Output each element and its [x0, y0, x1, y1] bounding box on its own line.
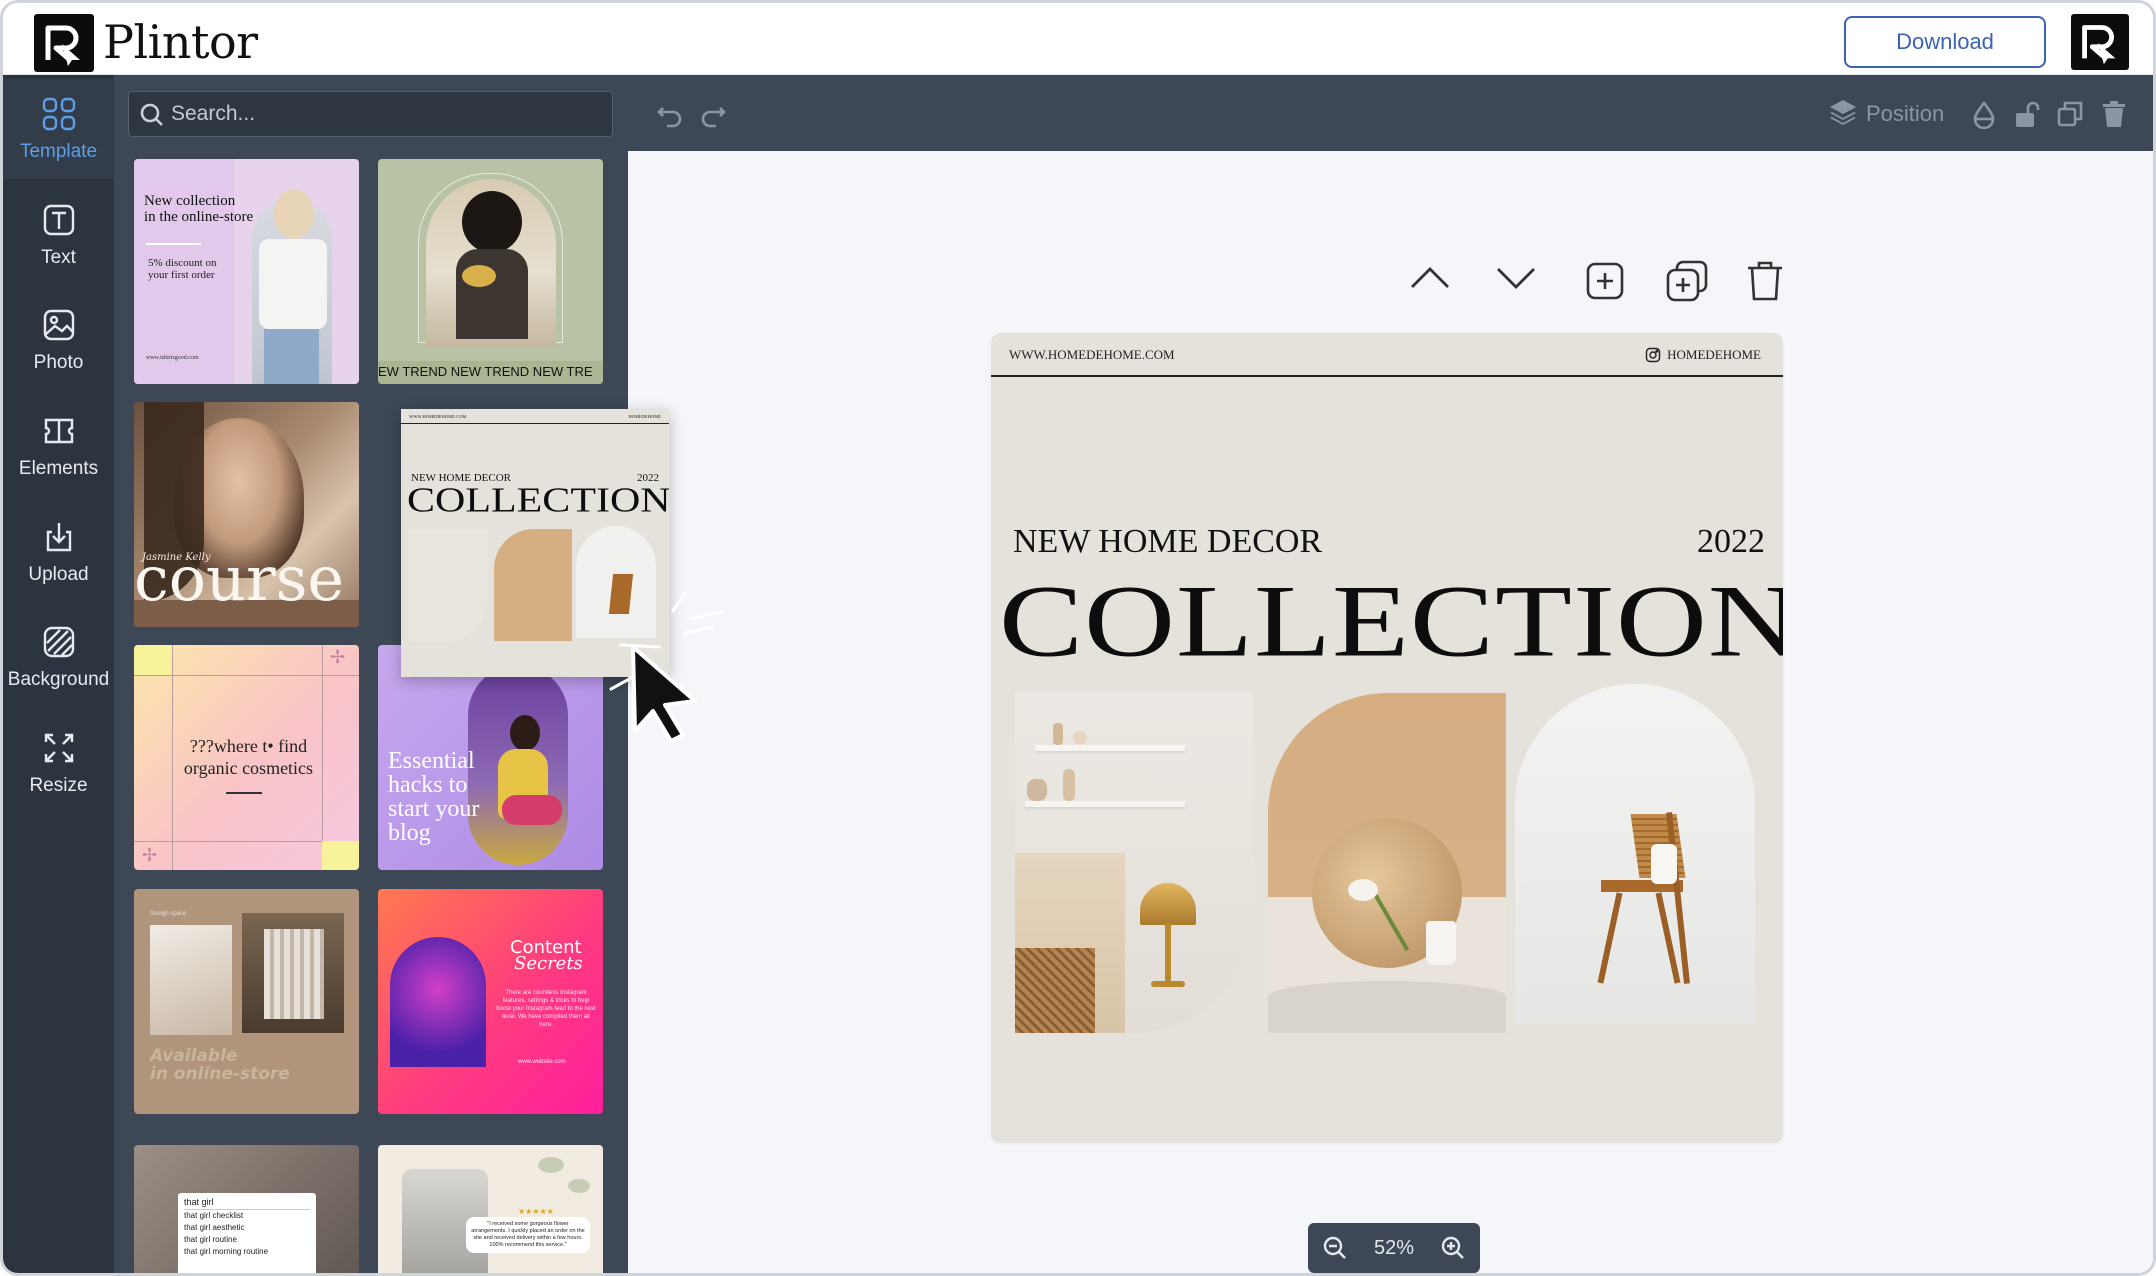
rail-item-label: Text [41, 247, 76, 268]
suggestion: that girl checklist [184, 1211, 244, 1220]
tile-stars: ★★★★★ [518, 1207, 554, 1216]
layers-icon [1830, 100, 1856, 125]
position-button[interactable]: Position [1866, 101, 1944, 127]
zoom-control: 52% [1308, 1223, 1480, 1273]
tile-title-2: Secrets [514, 953, 583, 974]
delete-icon[interactable] [2100, 99, 2128, 129]
cursor-icon [609, 591, 725, 743]
suggestion: that girl routine [184, 1235, 237, 1244]
duplicate-icon[interactable] [2056, 99, 2084, 129]
rail-item-background[interactable]: Background [3, 607, 114, 707]
rail-item-label: Background [7, 669, 110, 690]
undo-icon[interactable] [655, 99, 685, 129]
template-tile-content-secrets[interactable]: Content Secrets There are countless Inst… [378, 889, 603, 1114]
tile-body: There are countless Instagram features, … [496, 990, 596, 1028]
editor-toolbar: Position [628, 75, 2153, 151]
tile-text: ???where t• find organic cosmetics [183, 736, 314, 778]
tile-text: Essential hacks to start your blog [388, 748, 480, 846]
logo-icon[interactable] [34, 14, 94, 72]
background-icon [43, 626, 74, 658]
photo-icon [43, 309, 74, 341]
top-bar: Plintor Download [3, 3, 2153, 75]
design-year[interactable]: 2022 [1697, 523, 1765, 561]
template-tile-that-girl[interactable]: that girl that girl checklist that girl … [134, 1145, 359, 1273]
template-tile-new-trend[interactable]: EW TREND NEW TREND NEW TRE [378, 159, 603, 384]
design-subtitle[interactable]: NEW HOME DECOR [1013, 523, 1322, 561]
left-rail: Template Text Photo Elements Upload Back… [3, 75, 114, 1273]
add-page-icon[interactable] [1585, 261, 1625, 301]
design-instagram[interactable]: HOMEDEHOME [1645, 347, 1761, 363]
canvas-area: WWW.HOMEDEHOME.COM HOMEDEHOME NEW HOME D… [628, 151, 2153, 1273]
profile-logo-icon[interactable] [2071, 14, 2129, 70]
rail-item-label: Photo [33, 352, 84, 373]
tile-ticker: EW TREND NEW TREND NEW TRE [378, 364, 593, 379]
template-grid-icon [42, 97, 75, 131]
design-title[interactable]: COLLECTION [999, 563, 1783, 681]
tile-url: www.tshirtsgood.com [146, 355, 199, 361]
app-name: Plintor [103, 15, 258, 69]
tile-quote: "I received some gorgeous flower arrange… [466, 1217, 590, 1253]
instagram-icon [1645, 347, 1661, 363]
delete-page-icon[interactable] [1745, 259, 1785, 303]
design-photo-shelf[interactable] [1015, 693, 1253, 1033]
template-tile-online-store[interactable]: Design space Available in online-store [134, 889, 359, 1114]
rail-item-label: Template [19, 141, 98, 162]
suggestion: that girl morning routine [184, 1247, 269, 1256]
opacity-drop-icon[interactable] [1970, 99, 1998, 129]
design-photo-mirror[interactable] [1268, 693, 1506, 1033]
app-window: Plintor Download Template Text Photo Ele… [0, 0, 2156, 1276]
template-tile-collection[interactable]: New collection in the online-store 5% di… [134, 159, 359, 384]
rail-item-elements[interactable]: Elements [3, 396, 114, 496]
tile-url: www.website.com [518, 1059, 566, 1065]
rail-item-template[interactable]: Template [3, 79, 114, 179]
unlock-icon[interactable] [2013, 99, 2041, 129]
zoom-out-icon[interactable] [1322, 1235, 1348, 1261]
design-url[interactable]: WWW.HOMEDEHOME.COM [1009, 347, 1175, 363]
tile-query: that girl [184, 1197, 310, 1210]
duplicate-page-icon[interactable] [1665, 259, 1709, 303]
rail-item-text[interactable]: Text [3, 185, 114, 285]
tile-subtitle: 5% discount on your first order [148, 257, 217, 281]
redo-icon[interactable] [698, 99, 728, 129]
search-box [128, 91, 613, 137]
design-canvas[interactable]: WWW.HOMEDEHOME.COM HOMEDEHOME NEW HOME D… [991, 333, 1783, 1143]
upload-icon [46, 523, 71, 552]
download-button[interactable]: Download [1844, 16, 2046, 68]
search-card: that girl that girl checklist that girl … [178, 1193, 316, 1273]
rail-item-label: Resize [29, 775, 88, 796]
rail-item-label: Elements [18, 458, 99, 479]
resize-icon [44, 733, 73, 763]
tile-text: Available in online-store [150, 1046, 290, 1084]
move-down-icon[interactable] [1494, 263, 1538, 293]
search-input[interactable] [171, 92, 591, 136]
design-instagram-handle: HOMEDEHOME [1667, 347, 1761, 362]
search-icon [140, 103, 163, 126]
divider [991, 375, 1783, 377]
template-tile-course[interactable]: Jasmine Kelly course [134, 402, 359, 627]
preview-url: WWW.HOMEDEHOME.COM [409, 414, 467, 419]
elements-icon [44, 418, 73, 444]
zoom-in-icon[interactable] [1440, 1235, 1466, 1261]
preview-instagram: HOMEDEHOME [628, 414, 662, 419]
preview-title: COLLECTION [407, 481, 669, 520]
tile-big-text: course [134, 542, 345, 615]
move-up-icon[interactable] [1408, 263, 1452, 293]
rail-item-resize[interactable]: Resize [3, 713, 114, 813]
tile-title: New collection in the online-store [144, 193, 254, 225]
suggestion: that girl aesthetic [184, 1223, 245, 1232]
template-tile-review[interactable]: ★★★★★ "I received some gorgeous flower a… [378, 1145, 603, 1273]
text-icon [43, 204, 74, 236]
template-tile-organic-cosmetics[interactable]: ???where t• find organic cosmetics ✢ ✢ [134, 645, 359, 870]
design-photo-chair[interactable] [1515, 684, 1755, 1024]
sparkle-icon: ✢ [142, 845, 158, 865]
rail-item-upload[interactable]: Upload [3, 502, 114, 602]
zoom-level: 52% [1373, 1236, 1415, 1259]
rail-item-photo[interactable]: Photo [3, 290, 114, 390]
tile-small-text: Design space [150, 911, 187, 917]
sparkle-icon: ✢ [330, 647, 346, 667]
rail-item-label: Upload [28, 564, 89, 585]
